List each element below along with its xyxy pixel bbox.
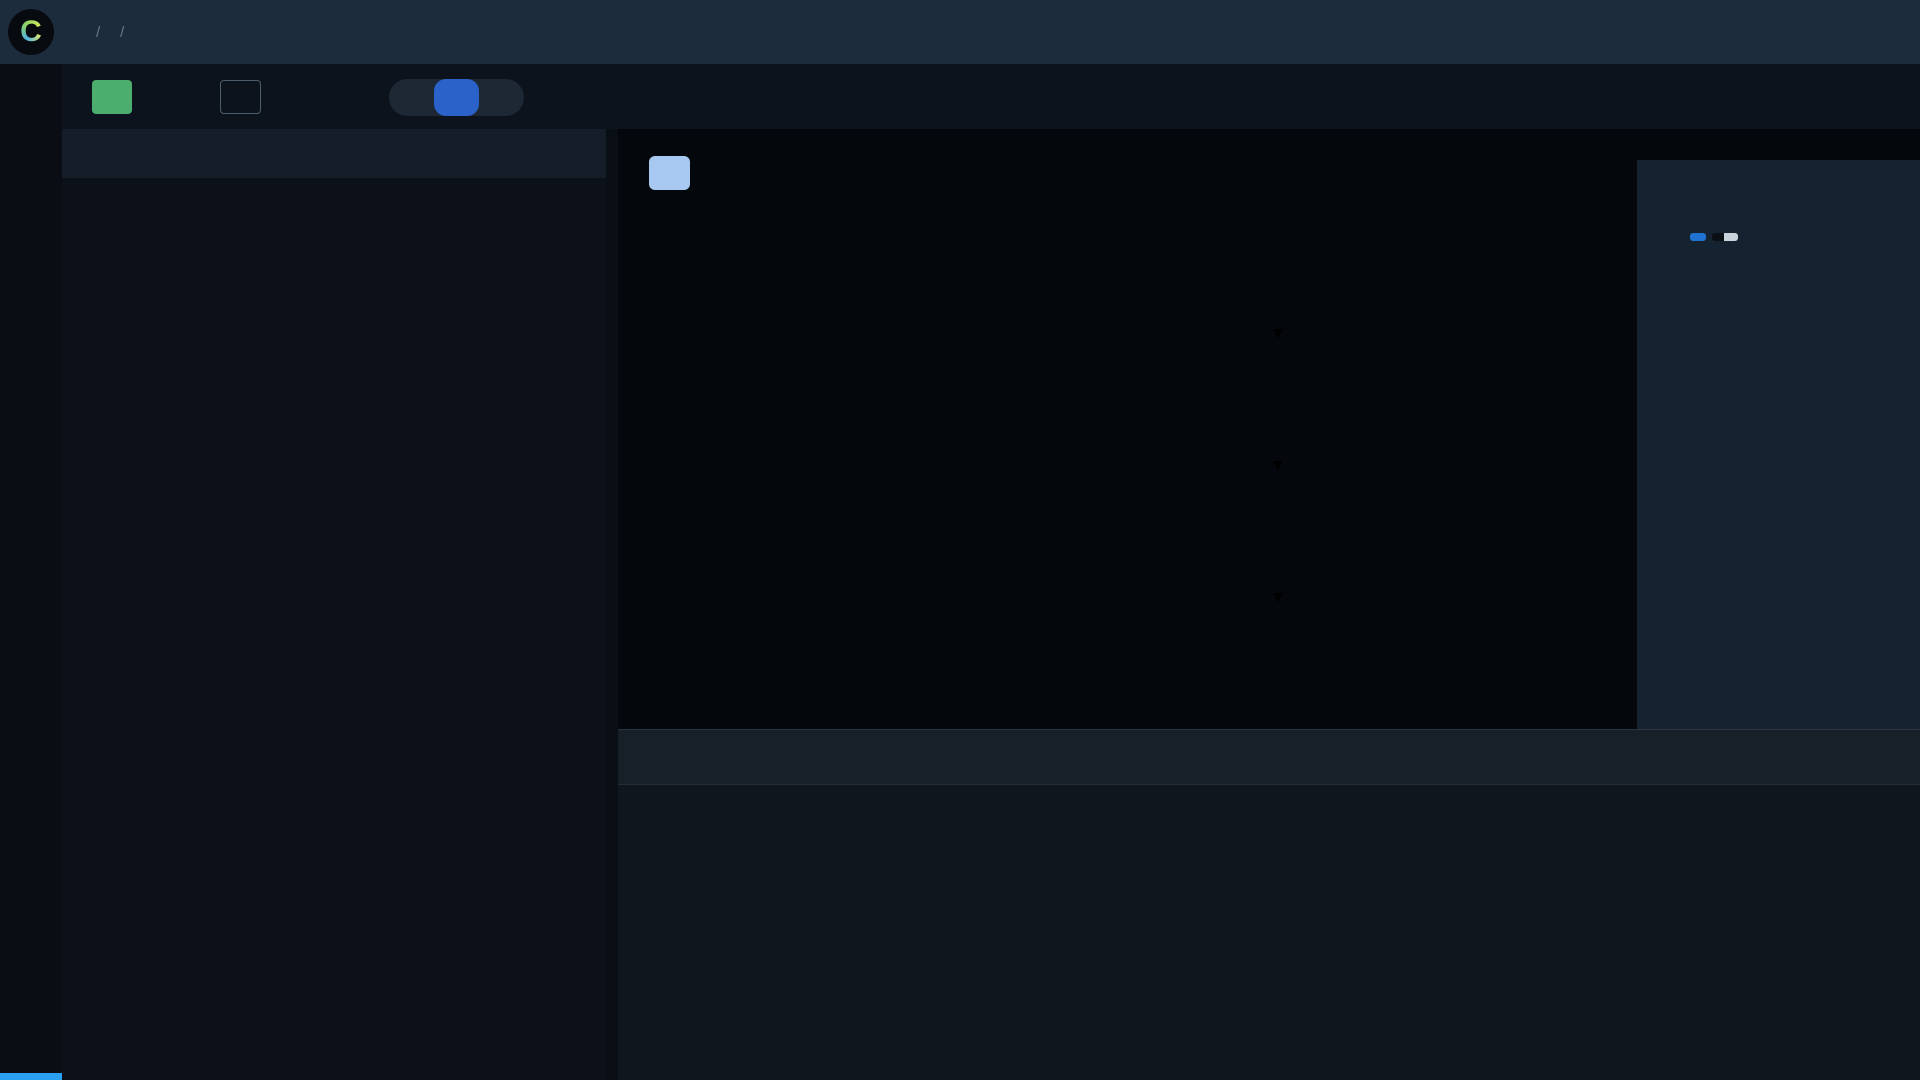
left-nav-rail: [0, 64, 62, 1080]
details-button[interactable]: [649, 156, 690, 190]
toolbar-right-actions: [1860, 64, 1890, 129]
dag-edges: [1183, 208, 1373, 681]
header-actions: [1866, 0, 1902, 64]
id-badge-label: [1712, 233, 1724, 241]
open-archive-button[interactable]: [220, 80, 261, 114]
code-panel-header: [618, 730, 1920, 785]
app-root: C / /: [0, 0, 1920, 1080]
view-toggle-group: [389, 79, 524, 116]
id-badge[interactable]: [1712, 233, 1738, 241]
runs-list-header: [62, 129, 606, 178]
code-panel: [618, 729, 1920, 1080]
pipeline-toolbar: [62, 64, 1920, 129]
table-view-button[interactable]: [389, 79, 434, 116]
rail-scroll-indicator: [0, 1073, 62, 1080]
clearml-logo[interactable]: C: [8, 9, 54, 55]
metrics-empty-text: [1637, 283, 1920, 305]
breadcrumb-separator: /: [96, 24, 100, 41]
runs-panel: [62, 129, 606, 1080]
logo-letter: C: [20, 17, 42, 47]
breadcrumb: / /: [86, 0, 134, 64]
chart-view-button[interactable]: [479, 79, 524, 116]
step-badges: [1637, 226, 1920, 241]
runs-list: [62, 178, 606, 181]
code-content[interactable]: [618, 785, 1920, 794]
new-run-button[interactable]: [92, 80, 132, 114]
id-badge-value: [1724, 233, 1738, 241]
pipeline-dag: [1183, 208, 1373, 681]
top-header: C / /: [0, 0, 1920, 64]
split-view-button[interactable]: [434, 79, 479, 116]
breadcrumb-separator: /: [120, 24, 124, 41]
step-summary: [1637, 212, 1920, 226]
status-badge: [1690, 233, 1706, 241]
step-info-panel: [1637, 160, 1920, 729]
step-info-header: [1637, 160, 1920, 212]
